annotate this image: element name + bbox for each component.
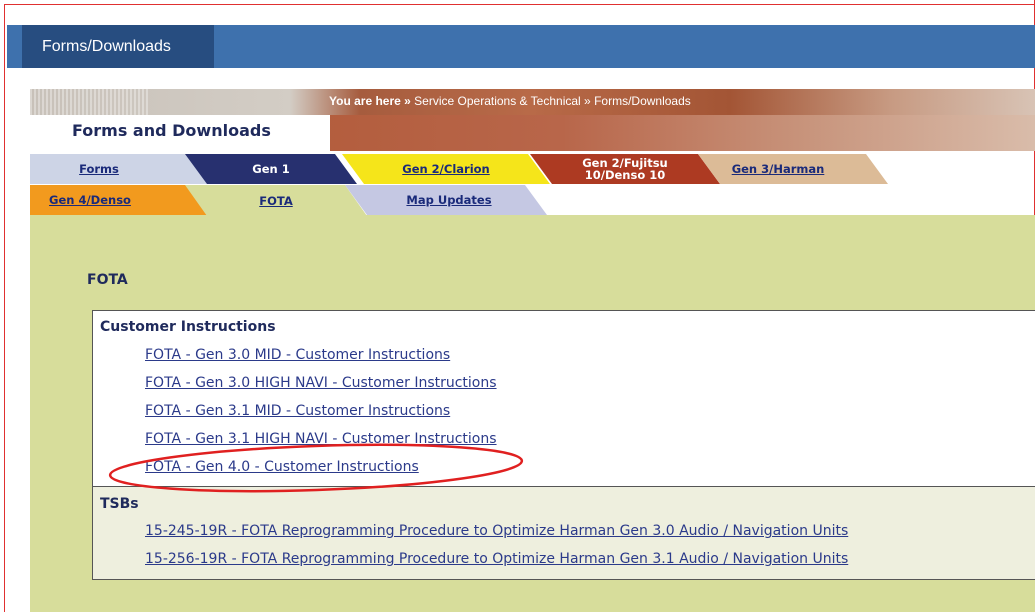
tab-fota[interactable]: FOTA — [185, 185, 367, 216]
link-gen31-high-navi[interactable]: FOTA - Gen 3.1 HIGH NAVI - Customer Inst… — [145, 431, 497, 447]
tsbs-heading: TSBs — [100, 496, 139, 512]
tab-fota-label: FOTA — [259, 193, 293, 208]
breadcrumb-separator: » — [584, 94, 591, 108]
breadcrumb-arrow-icon: » — [404, 94, 415, 108]
link-tsb-15-245-19r[interactable]: 15-245-19R - FOTA Reprogramming Procedur… — [145, 523, 848, 539]
tab-forms-label: Forms — [79, 162, 119, 176]
tab-map-updates[interactable]: Map Updates — [345, 185, 547, 215]
link-gen31-mid[interactable]: FOTA - Gen 3.1 MID - Customer Instructio… — [145, 403, 450, 419]
tab-gen1-label: Gen 1 — [252, 162, 290, 176]
tab-forms[interactable]: Forms — [30, 154, 208, 184]
tab-gen4-denso[interactable]: Gen 4/Denso — [30, 185, 210, 215]
tab-forms-downloads[interactable]: Forms/Downloads — [22, 25, 214, 68]
tab-gen1[interactable]: Gen 1 — [185, 154, 357, 184]
breadcrumb: You are here » Service Operations & Tech… — [329, 92, 691, 110]
breadcrumb-prefix: You are here — [329, 94, 401, 108]
tab-gen4-denso-label: Gen 4/Denso — [49, 193, 131, 207]
fota-heading: FOTA — [87, 272, 128, 288]
link-tsb-15-256-19r[interactable]: 15-256-19R - FOTA Reprogramming Procedur… — [145, 551, 848, 567]
section-divider — [92, 486, 1035, 487]
tab-gen2-clarion-label: Gen 2/Clarion — [402, 162, 490, 176]
link-gen30-high-navi[interactable]: FOTA - Gen 3.0 HIGH NAVI - Customer Inst… — [145, 375, 497, 391]
tab-gen2-fujitsu[interactable]: Gen 2/Fujitsu 10/Denso 10 — [530, 154, 720, 184]
breadcrumb-link-service[interactable]: Service Operations & Technical — [414, 94, 581, 108]
page-title: Forms and Downloads — [72, 121, 271, 140]
breadcrumb-link-forms[interactable]: Forms/Downloads — [594, 94, 691, 108]
tab-map-updates-label: Map Updates — [406, 193, 492, 207]
banner-lower — [312, 115, 1035, 151]
banner-pattern — [30, 89, 150, 115]
tab-gen3-harman-label: Gen 3/Harman — [731, 162, 825, 176]
tab-gen3-harman[interactable]: Gen 3/Harman — [698, 154, 888, 184]
tab-gen2-fujitsu-label-2: 10/Denso 10 — [584, 168, 666, 182]
link-gen40[interactable]: FOTA - Gen 4.0 - Customer Instructions — [145, 459, 419, 475]
link-gen30-mid[interactable]: FOTA - Gen 3.0 MID - Customer Instructio… — [145, 347, 450, 363]
customer-instructions-heading: Customer Instructions — [100, 319, 276, 335]
tab-gen2-clarion[interactable]: Gen 2/Clarion — [342, 154, 550, 184]
